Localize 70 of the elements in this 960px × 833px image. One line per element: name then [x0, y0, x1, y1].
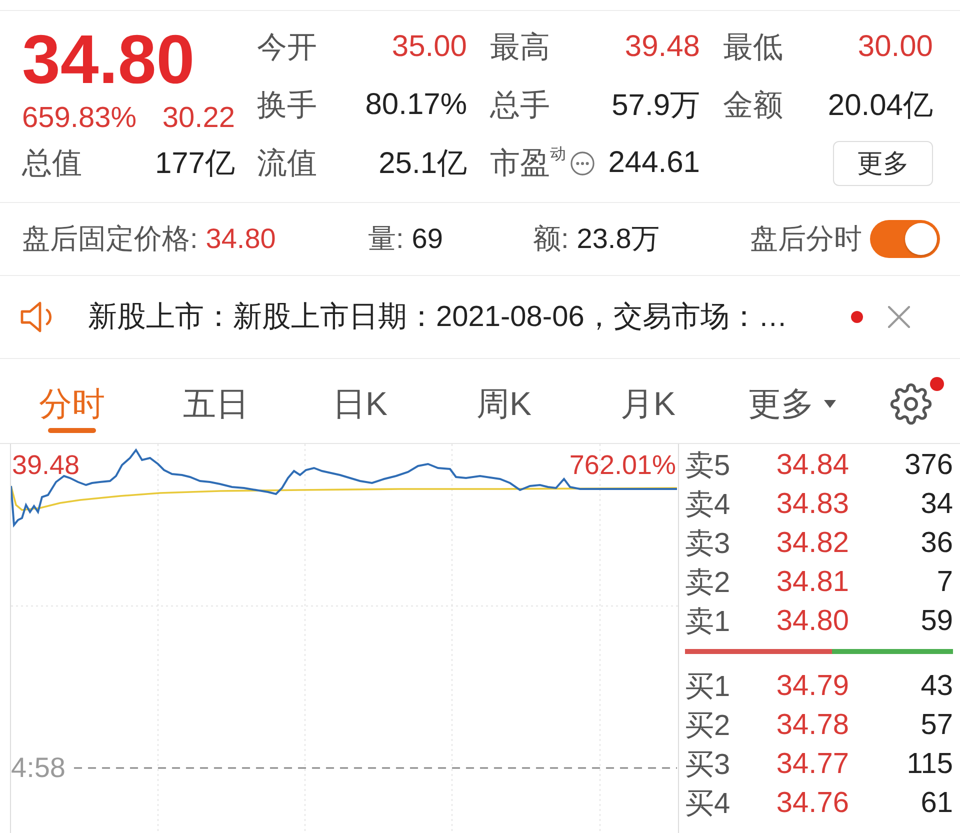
- bid-level-label: 买1: [685, 670, 732, 704]
- stat-value: 244.61: [608, 146, 700, 180]
- change-amount: 30.22: [162, 102, 235, 134]
- settings-icon[interactable]: [890, 383, 932, 425]
- stat-value: 30.00: [858, 30, 933, 64]
- bid-level-label: 买3: [685, 748, 732, 782]
- stat-value: 20.04亿: [828, 88, 933, 124]
- stat-value: 177亿: [154, 146, 235, 182]
- stat-label: 换手: [257, 88, 317, 124]
- last-price: 34.80: [22, 20, 196, 100]
- change-percent: 659.83%: [22, 102, 136, 134]
- chart-tab[interactable]: 日K: [288, 359, 432, 443]
- more-button[interactable]: 更多: [833, 140, 933, 186]
- stat-value: 80.17%: [365, 88, 467, 122]
- stat-label: 今开: [257, 30, 317, 66]
- stat-value: 25.1亿: [378, 146, 467, 182]
- ask-price: 34.83: [775, 488, 849, 521]
- after-hours-toggle[interactable]: [870, 220, 940, 258]
- bid-price: 34.76: [775, 787, 849, 820]
- after-hours-price-label: 盘后固定价格:: [22, 222, 198, 256]
- after-hours-amount-label: 额:: [533, 222, 569, 256]
- time-label: 4:58: [11, 753, 66, 783]
- ellipsis-circle-icon[interactable]: [570, 150, 595, 176]
- stat-label: 总手: [490, 88, 550, 124]
- ask-level-label: 卖3: [685, 526, 732, 562]
- bid-volume: 61: [920, 787, 953, 820]
- stat-label: 最高: [490, 30, 550, 66]
- chart-tab[interactable]: 五日: [144, 359, 288, 443]
- stat-label: 市盈$^{动}$: [490, 144, 566, 182]
- bid-price: 34.77: [775, 748, 849, 781]
- ask-level-label: 卖2: [685, 566, 732, 600]
- close-icon[interactable]: [888, 306, 910, 328]
- chart-tab[interactable]: 更多: [720, 359, 864, 443]
- stat-label: 金额: [723, 88, 783, 124]
- stat-label: 总值: [22, 146, 82, 182]
- ask-price: 34.81: [775, 566, 849, 599]
- bid-price: 34.78: [775, 709, 849, 742]
- ask-price: 34.84: [775, 449, 849, 482]
- after-hours-volume: 69: [412, 223, 443, 255]
- notice-text[interactable]: 新股上市：新股上市日期：2021-08-06，交易市场：…: [88, 297, 788, 337]
- stat-value: 35.00: [392, 30, 467, 64]
- chart-tab[interactable]: 周K: [432, 359, 576, 443]
- ask-volume: 36: [920, 527, 953, 560]
- bid-volume: 115: [906, 748, 953, 781]
- after-hours-amount: 23.8万: [576, 222, 660, 256]
- bid-volume: 57: [920, 709, 953, 742]
- bid-price: 34.79: [775, 670, 849, 703]
- after-hours-volume-label: 量:: [368, 222, 404, 256]
- change-percent-label: 762.01%: [569, 450, 676, 480]
- ask-level-label: 卖1: [685, 604, 732, 640]
- ask-price: 34.82: [775, 527, 849, 560]
- ask-level-label: 卖5: [685, 448, 732, 484]
- bid-level-label: 买4: [685, 786, 732, 822]
- stat-label: 最低: [723, 30, 783, 66]
- toggle-label: 盘后分时: [750, 222, 862, 256]
- ask-volume: 7: [936, 566, 953, 599]
- ask-volume: 376: [904, 449, 953, 482]
- ask-volume: 34: [920, 488, 953, 521]
- ask-level-label: 卖4: [685, 488, 732, 522]
- ask-price: 34.80: [775, 605, 849, 638]
- bid-level-label: 买2: [685, 708, 732, 744]
- ask-volume: 59: [920, 605, 953, 638]
- high-price-label: 39.48: [12, 450, 80, 480]
- bid-volume: 43: [920, 670, 953, 703]
- after-hours-price: 34.80: [206, 223, 276, 255]
- stat-value: 57.9万: [612, 88, 700, 124]
- stat-label: 流值: [257, 146, 317, 182]
- stat-value: 39.48: [624, 30, 700, 64]
- caret-icon: [824, 400, 836, 408]
- chart-tab[interactable]: 月K: [576, 359, 720, 443]
